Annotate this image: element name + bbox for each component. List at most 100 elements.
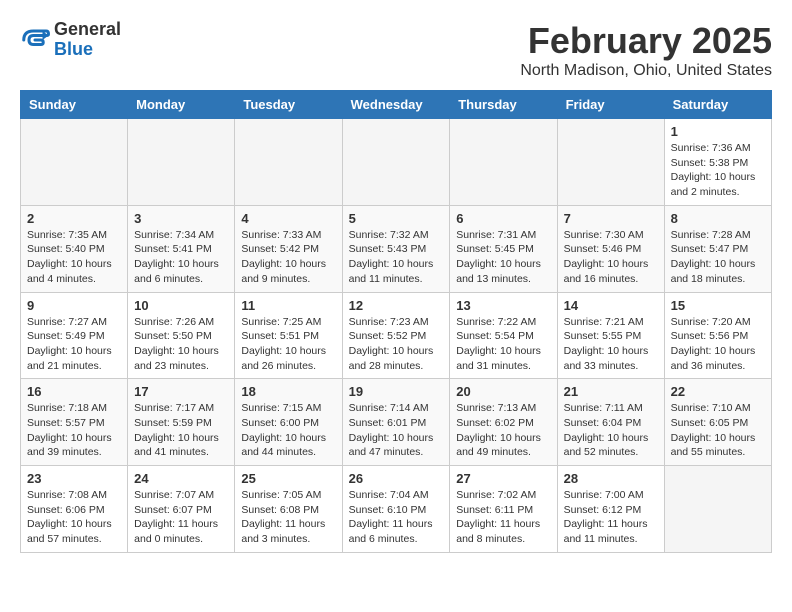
day-info: Sunrise: 7:23 AM Sunset: 5:52 PM Dayligh…: [349, 315, 444, 374]
day-cell: 8 Sunrise: 7:28 AM Sunset: 5:47 PM Daylig…: [664, 205, 771, 292]
day-number: 17: [134, 384, 228, 399]
day-number: 10: [134, 298, 228, 313]
day-cell: 5 Sunrise: 7:32 AM Sunset: 5:43 PM Daylig…: [342, 205, 450, 292]
day-cell: 19 Sunrise: 7:14 AM Sunset: 6:01 PM Dayli…: [342, 379, 450, 466]
day-info: Sunrise: 7:26 AM Sunset: 5:50 PM Dayligh…: [134, 315, 228, 374]
day-number: 23: [27, 471, 121, 486]
day-cell: 10 Sunrise: 7:26 AM Sunset: 5:50 PM Dayli…: [128, 292, 235, 379]
logo: General Blue: [20, 20, 121, 60]
day-number: 27: [456, 471, 550, 486]
day-cell: 14 Sunrise: 7:21 AM Sunset: 5:55 PM Dayli…: [557, 292, 664, 379]
day-cell: [664, 466, 771, 553]
day-info: Sunrise: 7:20 AM Sunset: 5:56 PM Dayligh…: [671, 315, 765, 374]
day-number: 25: [241, 471, 335, 486]
location: North Madison, Ohio, United States: [520, 62, 772, 80]
day-number: 19: [349, 384, 444, 399]
day-cell: [21, 119, 128, 206]
day-cell: 20Sunrise: 7:13 AM Sunset: 6:02 PM Dayli…: [450, 379, 557, 466]
weekday-header-row: SundayMondayTuesdayWednesdayThursdayFrid…: [21, 91, 772, 119]
day-info: Sunrise: 7:04 AM Sunset: 6:10 PM Dayligh…: [349, 488, 444, 547]
day-number: 24: [134, 471, 228, 486]
day-info: Sunrise: 7:13 AM Sunset: 6:02 PM Dayligh…: [456, 401, 550, 460]
day-info: Sunrise: 7:21 AM Sunset: 5:55 PM Dayligh…: [564, 315, 658, 374]
day-cell: 1 Sunrise: 7:36 AM Sunset: 5:38 PM Daylig…: [664, 119, 771, 206]
day-cell: 17Sunrise: 7:17 AM Sunset: 5:59 PM Dayli…: [128, 379, 235, 466]
day-number: 16: [27, 384, 121, 399]
week-row-5: 23 Sunrise: 7:08 AM Sunset: 6:06 PM Dayli…: [21, 466, 772, 553]
day-number: 5: [349, 211, 444, 226]
day-info: Sunrise: 7:18 AM Sunset: 5:57 PM Dayligh…: [27, 401, 121, 460]
day-info: Sunrise: 7:32 AM Sunset: 5:43 PM Dayligh…: [349, 228, 444, 287]
day-info: Sunrise: 7:34 AM Sunset: 5:41 PM Dayligh…: [134, 228, 228, 287]
day-info: Sunrise: 7:22 AM Sunset: 5:54 PM Dayligh…: [456, 315, 550, 374]
logo-blue-text: Blue: [54, 40, 121, 60]
day-number: 11: [241, 298, 335, 313]
day-cell: [557, 119, 664, 206]
logo-general-text: General: [54, 20, 121, 40]
day-info: Sunrise: 7:36 AM Sunset: 5:38 PM Dayligh…: [671, 141, 765, 200]
week-row-1: 1 Sunrise: 7:36 AM Sunset: 5:38 PM Daylig…: [21, 119, 772, 206]
weekday-header-tuesday: Tuesday: [235, 91, 342, 119]
day-cell: 28Sunrise: 7:00 AM Sunset: 6:12 PM Dayli…: [557, 466, 664, 553]
day-cell: 26 Sunrise: 7:04 AM Sunset: 6:10 PM Dayli…: [342, 466, 450, 553]
month-title: February 2025: [520, 20, 772, 62]
day-cell: 21Sunrise: 7:11 AM Sunset: 6:04 PM Dayli…: [557, 379, 664, 466]
day-info: Sunrise: 7:14 AM Sunset: 6:01 PM Dayligh…: [349, 401, 444, 460]
day-number: 12: [349, 298, 444, 313]
calendar: SundayMondayTuesdayWednesdayThursdayFrid…: [20, 90, 772, 553]
weekday-header-friday: Friday: [557, 91, 664, 119]
day-number: 13: [456, 298, 550, 313]
weekday-header-wednesday: Wednesday: [342, 91, 450, 119]
day-info: Sunrise: 7:28 AM Sunset: 5:47 PM Dayligh…: [671, 228, 765, 287]
day-info: Sunrise: 7:27 AM Sunset: 5:49 PM Dayligh…: [27, 315, 121, 374]
day-number: 2: [27, 211, 121, 226]
day-cell: 7 Sunrise: 7:30 AM Sunset: 5:46 PM Daylig…: [557, 205, 664, 292]
day-cell: [450, 119, 557, 206]
day-number: 26: [349, 471, 444, 486]
day-number: 21: [564, 384, 658, 399]
day-number: 14: [564, 298, 658, 313]
day-info: Sunrise: 7:25 AM Sunset: 5:51 PM Dayligh…: [241, 315, 335, 374]
day-cell: 3 Sunrise: 7:34 AM Sunset: 5:41 PM Daylig…: [128, 205, 235, 292]
week-row-2: 2 Sunrise: 7:35 AM Sunset: 5:40 PM Daylig…: [21, 205, 772, 292]
day-cell: [128, 119, 235, 206]
day-info: Sunrise: 7:33 AM Sunset: 5:42 PM Dayligh…: [241, 228, 335, 287]
day-cell: 11 Sunrise: 7:25 AM Sunset: 5:51 PM Dayli…: [235, 292, 342, 379]
weekday-header-saturday: Saturday: [664, 91, 771, 119]
day-info: Sunrise: 7:07 AM Sunset: 6:07 PM Dayligh…: [134, 488, 228, 547]
day-cell: 18Sunrise: 7:15 AM Sunset: 6:00 PM Dayli…: [235, 379, 342, 466]
day-cell: [342, 119, 450, 206]
day-info: Sunrise: 7:00 AM Sunset: 6:12 PM Dayligh…: [564, 488, 658, 547]
day-number: 7: [564, 211, 658, 226]
day-number: 9: [27, 298, 121, 313]
day-cell: 13 Sunrise: 7:22 AM Sunset: 5:54 PM Dayli…: [450, 292, 557, 379]
day-cell: 2 Sunrise: 7:35 AM Sunset: 5:40 PM Daylig…: [21, 205, 128, 292]
day-number: 3: [134, 211, 228, 226]
calendar-body: 1 Sunrise: 7:36 AM Sunset: 5:38 PM Daylig…: [21, 119, 772, 553]
day-cell: 12 Sunrise: 7:23 AM Sunset: 5:52 PM Dayli…: [342, 292, 450, 379]
day-info: Sunrise: 7:30 AM Sunset: 5:46 PM Dayligh…: [564, 228, 658, 287]
day-cell: 16 Sunrise: 7:18 AM Sunset: 5:57 PM Dayli…: [21, 379, 128, 466]
day-info: Sunrise: 7:35 AM Sunset: 5:40 PM Dayligh…: [27, 228, 121, 287]
day-number: 1: [671, 124, 765, 139]
day-info: Sunrise: 7:15 AM Sunset: 6:00 PM Dayligh…: [241, 401, 335, 460]
week-row-3: 9 Sunrise: 7:27 AM Sunset: 5:49 PM Daylig…: [21, 292, 772, 379]
weekday-header-sunday: Sunday: [21, 91, 128, 119]
day-number: 22: [671, 384, 765, 399]
day-number: 15: [671, 298, 765, 313]
day-number: 6: [456, 211, 550, 226]
page-header: General Blue February 2025 North Madison…: [20, 20, 772, 80]
day-info: Sunrise: 7:05 AM Sunset: 6:08 PM Dayligh…: [241, 488, 335, 547]
day-number: 4: [241, 211, 335, 226]
title-block: February 2025 North Madison, Ohio, Unite…: [520, 20, 772, 80]
day-cell: 4 Sunrise: 7:33 AM Sunset: 5:42 PM Daylig…: [235, 205, 342, 292]
day-cell: 9 Sunrise: 7:27 AM Sunset: 5:49 PM Daylig…: [21, 292, 128, 379]
weekday-header-thursday: Thursday: [450, 91, 557, 119]
day-cell: 24 Sunrise: 7:07 AM Sunset: 6:07 PM Dayli…: [128, 466, 235, 553]
day-cell: 25 Sunrise: 7:05 AM Sunset: 6:08 PM Dayli…: [235, 466, 342, 553]
day-cell: [235, 119, 342, 206]
day-cell: 15 Sunrise: 7:20 AM Sunset: 5:56 PM Dayli…: [664, 292, 771, 379]
day-info: Sunrise: 7:08 AM Sunset: 6:06 PM Dayligh…: [27, 488, 121, 547]
day-cell: 22Sunrise: 7:10 AM Sunset: 6:05 PM Dayli…: [664, 379, 771, 466]
day-number: 8: [671, 211, 765, 226]
